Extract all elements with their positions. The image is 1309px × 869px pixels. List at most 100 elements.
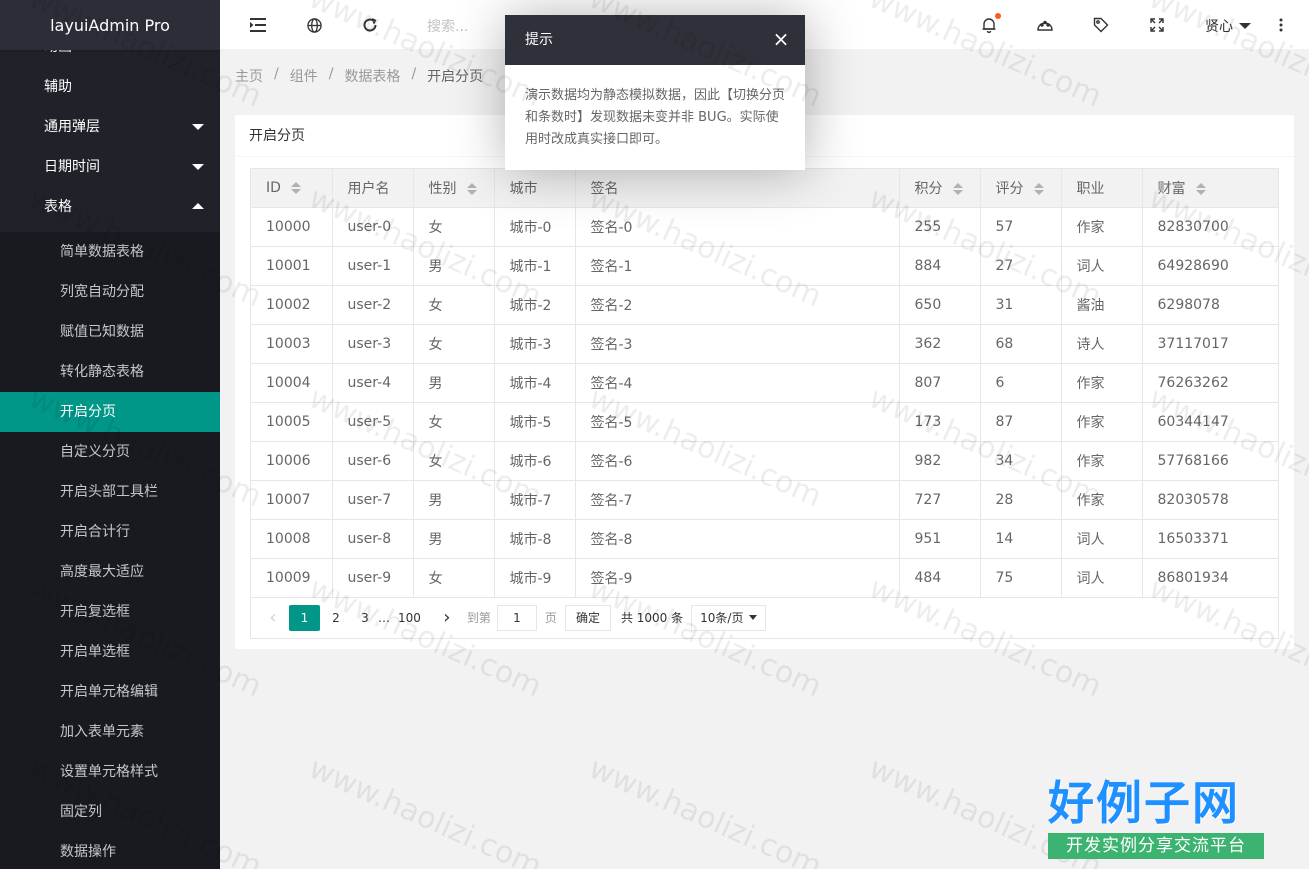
sort-icon[interactable] (1195, 182, 1206, 195)
sort-icon[interactable] (1033, 182, 1044, 195)
pagination: ‹ 1 2 3 … 100 › 到第 页 确定 共 1000 条 10条/页 (251, 598, 1278, 638)
table-cell: 词人 (1061, 246, 1143, 286)
breadcrumb-item-current: 开启分页 (427, 69, 484, 85)
user-menu[interactable]: 贤心 (1205, 16, 1251, 36)
table-row[interactable]: 10008 user-8 男城市-8 签名-8 951 14 词人 16503371 (251, 519, 1278, 559)
sidebar-subitem-toolbar[interactable]: 开启头部工具栏 (0, 472, 220, 512)
table-cell: user-9 (332, 558, 414, 598)
sort-icon[interactable] (290, 181, 301, 194)
column-header[interactable]: 性别 (413, 169, 495, 208)
table-row[interactable]: 10005 user-5 女城市-5 签名-5 173 87 作家 60344147 (251, 402, 1278, 442)
sidebar-subitem-static-table[interactable]: 转化静态表格 (0, 352, 220, 392)
sidebar-subitem-checkbox[interactable]: 开启复选框 (0, 592, 220, 632)
column-header-label: ID (266, 179, 281, 196)
column-header[interactable]: ID (251, 169, 333, 208)
table-cell: 作家 (1061, 402, 1143, 442)
palette-icon[interactable] (1035, 15, 1055, 35)
breadcrumb-item-datatable[interactable]: 数据表格 (344, 66, 400, 86)
page-button-current[interactable]: 1 (289, 604, 320, 631)
table-cell: 255 (899, 207, 981, 247)
column-header[interactable]: 财富 (1142, 169, 1278, 208)
table-row[interactable]: 10004 user-4 男城市-4 签名-4 807 6 作家 76263262 (251, 363, 1278, 403)
table-cell: 签名-6 (575, 441, 900, 481)
page-size-select[interactable]: 10条/页 (691, 604, 767, 631)
page-button[interactable]: 2 (323, 605, 349, 631)
page-button-last[interactable]: 100 (394, 605, 425, 631)
globe-icon[interactable] (304, 15, 324, 35)
table-cell: 31 (980, 285, 1062, 325)
sort-icon[interactable] (952, 182, 963, 195)
table-cell: 女 (413, 558, 495, 598)
table-cell: 10001 (251, 246, 333, 286)
sidebar-subitem-simple-table[interactable]: 简单数据表格 (0, 232, 220, 272)
sidebar-subitem-total-row[interactable]: 开启合计行 (0, 512, 220, 552)
sidebar-subitem-auto-width[interactable]: 列宽自动分配 (0, 272, 220, 312)
sidebar: 动画 辅助 通用弹层 日期时间 表格 简单数据表格 列宽自动分配 赋值已知数据 … (0, 0, 220, 869)
table-cell: 76263262 (1142, 363, 1278, 403)
sidebar-subitem-pagination[interactable]: 开启分页 (0, 392, 220, 432)
table-row[interactable]: 10002 user-2 女城市-2 签名-2 650 31 酱油 6298078 (251, 285, 1278, 325)
sidebar-submenu: 简单数据表格 列宽自动分配 赋值已知数据 转化静态表格 开启分页 自定义分页 开… (0, 232, 220, 869)
table-cell: 16503371 (1142, 519, 1278, 559)
prev-page-button[interactable]: ‹ (260, 605, 286, 631)
table-cell: 28 (980, 480, 1062, 520)
menu-fold-icon[interactable] (248, 15, 268, 35)
close-icon[interactable]: × (771, 29, 791, 49)
sidebar-subitem-fixed-column[interactable]: 固定列 (0, 792, 220, 832)
goto-page-input[interactable] (496, 604, 537, 631)
more-vertical-icon[interactable] (1271, 15, 1291, 35)
table-cell: 484 (899, 558, 981, 598)
table-row[interactable]: 10009 user-9 女城市-9 签名-9 484 75 词人 86801934 (251, 558, 1278, 598)
sidebar-subitem-form-elements[interactable]: 加入表单元素 (0, 712, 220, 752)
sidebar-item-datetime[interactable]: 日期时间 (0, 147, 220, 187)
search-input[interactable]: 搜索... (427, 16, 468, 36)
column-header: 城市 (494, 169, 576, 208)
sidebar-subitem-custom-pagination[interactable]: 自定义分页 (0, 432, 220, 472)
sidebar-item-label: 辅助 (44, 79, 72, 95)
sidebar-subitem-known-data[interactable]: 赋值已知数据 (0, 312, 220, 352)
breadcrumb-item-home[interactable]: 主页 (235, 66, 263, 86)
table-cell: 签名-3 (575, 324, 900, 364)
next-page-button[interactable]: › (434, 605, 460, 631)
sidebar-item-auxiliary[interactable]: 辅助 (0, 67, 220, 107)
total-count: 共 1000 条 (620, 611, 684, 625)
table-row[interactable]: 10003 user-3 女城市-3 签名-3 362 68 诗人 37117017 (251, 324, 1278, 364)
table-cell: 作家 (1061, 207, 1143, 247)
sidebar-subitem-cell-style[interactable]: 设置单元格样式 (0, 752, 220, 792)
chevron-down-icon (192, 164, 204, 170)
table-row[interactable]: 10006 user-6 女城市-6 签名-6 982 34 作家 57768166 (251, 441, 1278, 481)
breadcrumb-item-component[interactable]: 组件 (290, 66, 318, 86)
table-cell: 86801934 (1142, 558, 1278, 598)
table-row[interactable]: 10007 user-7 男城市-7 签名-7 727 28 作家 82030578 (251, 480, 1278, 520)
sort-icon[interactable] (466, 182, 477, 195)
page-button[interactable]: 3 (352, 605, 378, 631)
fullscreen-icon[interactable] (1147, 15, 1167, 35)
app-logo[interactable]: layuiAdmin Pro (0, 0, 220, 50)
table-row[interactable]: 10001 user-1 男城市-1 签名-1 884 27 词人 64928690 (251, 246, 1278, 286)
sidebar-nav: 动画 辅助 通用弹层 日期时间 表格 简单数据表格 列宽自动分配 赋值已知数据 … (0, 27, 220, 869)
sidebar-item-popup[interactable]: 通用弹层 (0, 107, 220, 147)
sidebar-item-table[interactable]: 表格 (0, 187, 220, 227)
sidebar-subitem-full-height[interactable]: 高度最大适应 (0, 552, 220, 592)
site-brand-logo: 好例子网 开发实例分享交流平台 (1048, 775, 1264, 859)
bell-icon[interactable] (979, 13, 1001, 35)
table-cell: user-1 (332, 246, 414, 286)
table-cell: 男 (413, 246, 495, 286)
sidebar-subitem-cell-edit[interactable]: 开启单元格编辑 (0, 672, 220, 712)
page-size-value: 10条/页 (700, 611, 744, 625)
column-header[interactable]: 积分 (899, 169, 981, 208)
refresh-icon[interactable] (360, 15, 380, 35)
table-cell: user-3 (332, 324, 414, 364)
table-cell: 10009 (251, 558, 333, 598)
table-cell: 10003 (251, 324, 333, 364)
table-cell: 57768166 (1142, 441, 1278, 481)
sidebar-subitem-radio[interactable]: 开启单选框 (0, 632, 220, 672)
table-row[interactable]: 10000 user-0 女城市-0 签名-0 255 57 作家 82830700 (251, 207, 1278, 247)
table-cell: 982 (899, 441, 981, 481)
tag-icon[interactable] (1091, 15, 1111, 35)
goto-confirm-button[interactable]: 确定 (564, 604, 611, 631)
table-cell: 作家 (1061, 441, 1143, 481)
sidebar-subitem-data-operation[interactable]: 数据操作 (0, 832, 220, 869)
column-header[interactable]: 评分 (980, 169, 1062, 208)
column-header-label: 签名 (590, 180, 619, 197)
